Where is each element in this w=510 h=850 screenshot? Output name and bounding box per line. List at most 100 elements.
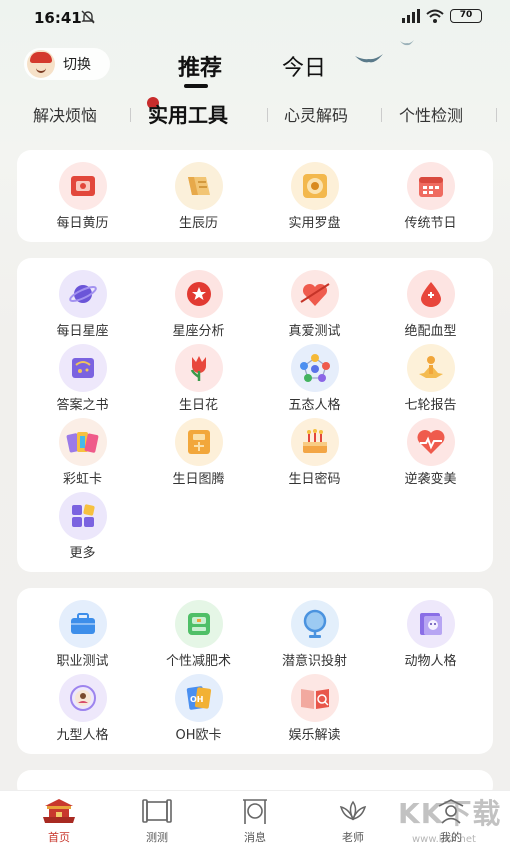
avatar bbox=[27, 50, 55, 78]
item-label: 星座分析 bbox=[172, 324, 225, 339]
item-label: 潜意识投射 bbox=[281, 654, 347, 669]
tool-daily-almanac[interactable]: 每日黄历 bbox=[23, 162, 142, 232]
item-label: OH欧卡 bbox=[175, 728, 222, 743]
category-tab-3[interactable]: 个性检测 bbox=[399, 102, 463, 126]
heart-arrow-icon bbox=[290, 270, 339, 318]
almanac-icon bbox=[58, 162, 107, 210]
rainbow-cards-icon bbox=[58, 418, 107, 466]
battery-indicator: 70 bbox=[450, 9, 482, 23]
book-icon bbox=[58, 344, 107, 392]
switch-label: 切换 bbox=[63, 57, 91, 73]
tab-recommend[interactable]: 推荐 bbox=[178, 50, 222, 88]
status-bar: 16:41 70 bbox=[0, 0, 510, 36]
divider bbox=[130, 108, 131, 122]
item-diet[interactable]: 个性减肥术 bbox=[139, 600, 258, 670]
personality-card: 职业测试 个性减肥术 潜意识投射 动物人格 九型人格 OH OH欧卡 娱乐解读 bbox=[17, 588, 493, 754]
item-label: 真爱测试 bbox=[288, 324, 341, 339]
item-label: 更多 bbox=[69, 546, 96, 561]
item-oh-card[interactable]: OH OH欧卡 bbox=[139, 674, 258, 744]
header: 切换 推荐 今日 bbox=[0, 40, 510, 92]
tool-festival[interactable]: 传统节日 bbox=[371, 162, 490, 232]
item-label: 五态人格 bbox=[288, 398, 341, 413]
item-label: 动物人格 bbox=[404, 654, 457, 669]
item-seven-chakra[interactable]: 七轮报告 bbox=[371, 344, 490, 414]
item-label: 七轮报告 bbox=[404, 398, 457, 413]
divider bbox=[381, 108, 382, 122]
tool-label: 每日黄历 bbox=[56, 216, 109, 231]
category-tab-1[interactable]: 实用工具 bbox=[148, 99, 228, 128]
lotus-icon bbox=[303, 795, 403, 827]
divider bbox=[267, 108, 268, 122]
nav-messages[interactable]: 消息 bbox=[205, 795, 305, 845]
item-animal-personality[interactable]: 动物人格 bbox=[371, 600, 490, 670]
nav-teachers[interactable]: 老师 bbox=[303, 795, 403, 845]
nav-test[interactable]: 测测 bbox=[107, 795, 207, 845]
item-label: 九型人格 bbox=[56, 728, 109, 743]
item-zodiac-analysis[interactable]: 星座分析 bbox=[139, 270, 258, 340]
mirror-icon bbox=[290, 600, 339, 648]
item-book-of-answers[interactable]: 答案之书 bbox=[23, 344, 142, 414]
meditation-icon bbox=[406, 344, 455, 392]
palace-icon bbox=[9, 795, 109, 827]
item-birthday-flower[interactable]: 生日花 bbox=[139, 344, 258, 414]
briefcase-icon bbox=[58, 600, 107, 648]
item-rainbow-card[interactable]: 彩虹卡 bbox=[23, 418, 142, 488]
item-more[interactable]: 更多 bbox=[23, 492, 142, 562]
tulip-icon bbox=[174, 344, 223, 392]
item-glow-up[interactable]: 逆袭变美 bbox=[371, 418, 490, 488]
item-true-love-test[interactable]: 真爱测试 bbox=[255, 270, 374, 340]
item-label: 生日图腾 bbox=[172, 472, 225, 487]
star-badge-icon bbox=[174, 270, 223, 318]
category-tab-2[interactable]: 心灵解码 bbox=[284, 102, 348, 126]
item-birthday-totem[interactable]: 生日图腾 bbox=[139, 418, 258, 488]
item-subconscious[interactable]: 潜意识投射 bbox=[255, 600, 374, 670]
item-daily-horoscope[interactable]: 每日星座 bbox=[23, 270, 142, 340]
item-label: 生日花 bbox=[178, 398, 218, 413]
item-label: 每日星座 bbox=[56, 324, 109, 339]
item-label: 个性减肥术 bbox=[165, 654, 231, 669]
planet-icon bbox=[58, 270, 107, 318]
scroll-frame-icon bbox=[107, 795, 207, 827]
item-enneagram[interactable]: 九型人格 bbox=[23, 674, 142, 744]
item-label: 职业测试 bbox=[56, 654, 109, 669]
blood-drop-icon bbox=[406, 270, 455, 318]
svg-text:OH: OH bbox=[190, 695, 204, 704]
nav-label: 测测 bbox=[146, 831, 168, 844]
status-icons: 70 bbox=[400, 9, 482, 23]
tools-card: 每日黄历 生辰历 实用罗盘 传统节日 bbox=[17, 150, 493, 242]
item-label: 答案之书 bbox=[56, 398, 109, 413]
category-tab-0[interactable]: 解决烦恼 bbox=[33, 102, 97, 126]
gong-icon bbox=[205, 795, 305, 827]
heart-pulse-icon bbox=[406, 418, 455, 466]
swallow-small-icon bbox=[400, 40, 414, 46]
item-career-test[interactable]: 职业测试 bbox=[23, 600, 142, 670]
open-book-icon bbox=[290, 674, 339, 722]
nav-label: 消息 bbox=[244, 831, 266, 844]
enneagram-icon bbox=[58, 674, 107, 722]
cake-icon bbox=[290, 418, 339, 466]
tab-today[interactable]: 今日 bbox=[282, 50, 326, 82]
item-blood-type[interactable]: 绝配血型 bbox=[371, 270, 490, 340]
item-entertainment[interactable]: 娱乐解读 bbox=[255, 674, 374, 744]
item-label: 绝配血型 bbox=[404, 324, 457, 339]
tool-birth-calendar[interactable]: 生辰历 bbox=[139, 162, 258, 232]
category-tabs: 解决烦恼 实用工具 心灵解码 个性检测 bbox=[0, 96, 510, 130]
scroll-icon bbox=[174, 162, 223, 210]
nav-home[interactable]: 首页 bbox=[9, 795, 109, 845]
item-label: 生日密码 bbox=[288, 472, 341, 487]
watermark-url: www.kkx.net bbox=[412, 834, 476, 845]
status-time: 16:41 bbox=[34, 9, 82, 27]
oh-card-icon: OH bbox=[174, 674, 223, 722]
item-label: 娱乐解读 bbox=[288, 728, 341, 743]
more-grid-icon bbox=[58, 492, 107, 540]
mute-bell-icon bbox=[81, 10, 95, 24]
scale-icon bbox=[174, 600, 223, 648]
network-icon bbox=[290, 344, 339, 392]
switch-profile-button[interactable]: 切换 bbox=[24, 48, 110, 80]
totem-icon bbox=[174, 418, 223, 466]
tool-label: 生辰历 bbox=[178, 216, 218, 231]
item-birthday-code[interactable]: 生日密码 bbox=[255, 418, 374, 488]
tool-compass[interactable]: 实用罗盘 bbox=[255, 162, 374, 232]
wifi-icon bbox=[426, 9, 444, 23]
item-five-personality[interactable]: 五态人格 bbox=[255, 344, 374, 414]
